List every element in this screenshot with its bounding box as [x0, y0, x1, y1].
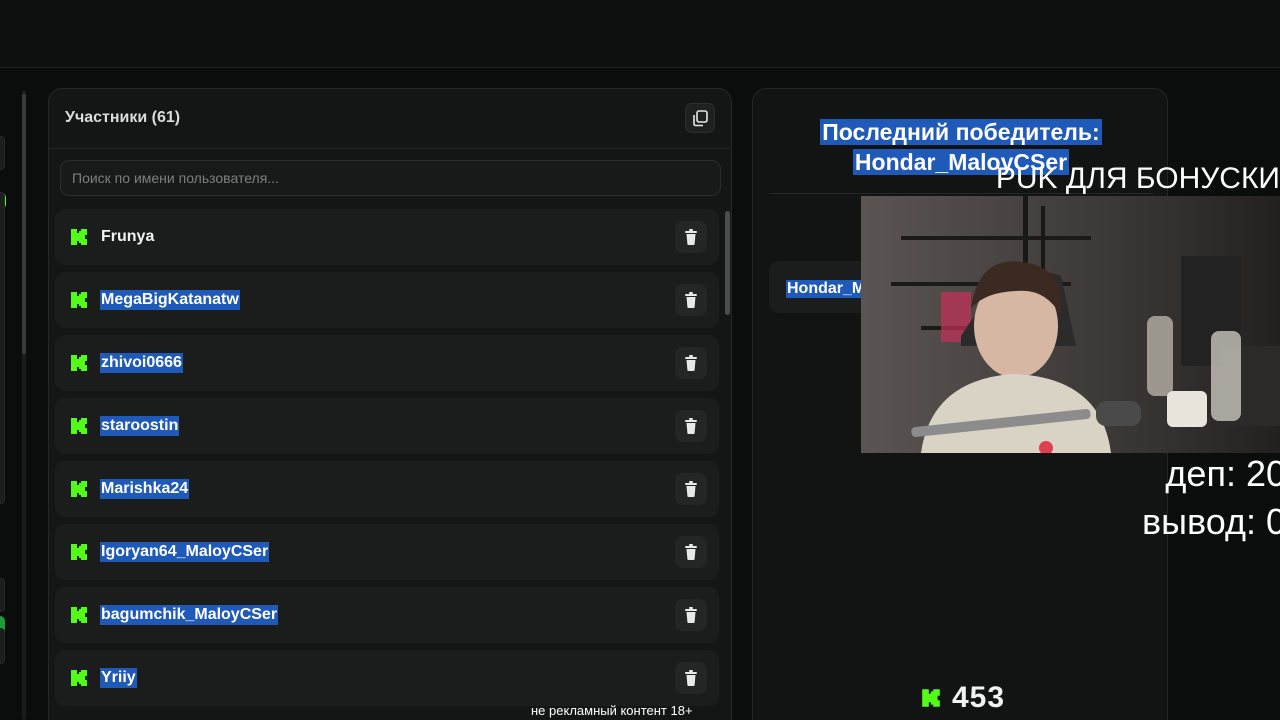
left-sidebar-edge: [0, 88, 8, 720]
kick-icon: [69, 542, 89, 562]
trash-icon: [684, 355, 698, 371]
participant-row[interactable]: MegaBigKatanatw: [55, 272, 719, 328]
participant-row[interactable]: Marishka24: [55, 461, 719, 517]
deposit-stat: деп: 20: [1165, 453, 1280, 494]
delete-participant-button[interactable]: [675, 347, 707, 379]
delete-participant-button[interactable]: [675, 284, 707, 316]
promo-overlay-text: PUK ДЛЯ БОНУСКИ: [995, 162, 1280, 195]
participant-name: staroostin: [100, 416, 180, 436]
kick-icon: [69, 353, 89, 373]
disclaimer-text: не рекламный контент 18+: [531, 703, 693, 718]
trash-icon: [684, 544, 698, 560]
participant-name: Igoryan64_MaloyCSer: [100, 542, 270, 562]
webcam-image: [861, 196, 1280, 453]
delete-participant-button[interactable]: [675, 473, 707, 505]
top-bar: [0, 0, 1280, 68]
sidebar-section: [0, 192, 5, 504]
trash-icon: [684, 607, 698, 623]
sidebar-item[interactable]: [0, 628, 5, 664]
viewer-count: 453: [952, 681, 1006, 714]
trash-icon: [684, 292, 698, 308]
sidebar-item[interactable]: [0, 136, 5, 170]
kick-icon: [69, 416, 89, 436]
delete-participant-button[interactable]: [675, 410, 707, 442]
kick-icon: [69, 290, 89, 310]
winner-chip-name: Hondar_MaloyCSer: [786, 280, 869, 298]
webcam-feed: [861, 196, 1280, 453]
sidebar-item[interactable]: [0, 578, 5, 612]
trash-icon: [684, 481, 698, 497]
winner-chip: Hondar_MaloyCSer: [769, 261, 869, 313]
viewer-counter: 453: [920, 680, 1005, 716]
participant-name: MegaBigKatanatw: [100, 290, 240, 310]
participant-name: Yriiy: [100, 668, 137, 688]
kick-icon: [69, 668, 89, 688]
delete-participant-button[interactable]: [675, 221, 707, 253]
search-input[interactable]: [60, 160, 721, 196]
delete-participant-button[interactable]: [675, 599, 707, 631]
list-scrollbar[interactable]: [725, 207, 730, 720]
participant-row[interactable]: Yriiy: [55, 650, 719, 706]
trash-icon: [684, 418, 698, 434]
participants-title: Участники (61): [65, 109, 181, 126]
participant-row[interactable]: Igoryan64_MaloyCSer: [55, 524, 719, 580]
page-scrollbar[interactable]: [22, 90, 26, 720]
participant-row[interactable]: Frunya: [55, 209, 719, 265]
kick-icon: [922, 689, 940, 707]
trash-icon: [684, 670, 698, 686]
delete-participant-button[interactable]: [675, 536, 707, 568]
kick-icon: [69, 227, 89, 247]
trash-icon: [684, 229, 698, 245]
participant-row[interactable]: zhivoi0666: [55, 335, 719, 391]
participant-name: zhivoi0666: [100, 353, 183, 373]
participant-name: Marishka24: [100, 479, 190, 499]
copy-button[interactable]: [685, 103, 715, 133]
withdraw-stat: вывод: 0: [1142, 501, 1280, 542]
copy-icon: [693, 110, 708, 127]
participants-header: Участники (61): [49, 89, 731, 149]
participant-row[interactable]: bagumchik_MaloyCSer: [55, 587, 719, 643]
participant-name: Frunya: [101, 228, 155, 245]
participant-name: bagumchik_MaloyCSer: [100, 605, 279, 625]
participant-row[interactable]: staroostin: [55, 398, 719, 454]
last-winner-label: Последний победитель:: [820, 119, 1102, 145]
kick-icon: [69, 479, 89, 499]
page-scrollbar-thumb[interactable]: [22, 94, 26, 354]
delete-participant-button[interactable]: [675, 662, 707, 694]
participants-panel: Участники (61) Frunya MegaBigKatanatw zhiv…: [48, 88, 732, 720]
list-scrollbar-thumb[interactable]: [725, 211, 730, 315]
kick-icon: [69, 605, 89, 625]
